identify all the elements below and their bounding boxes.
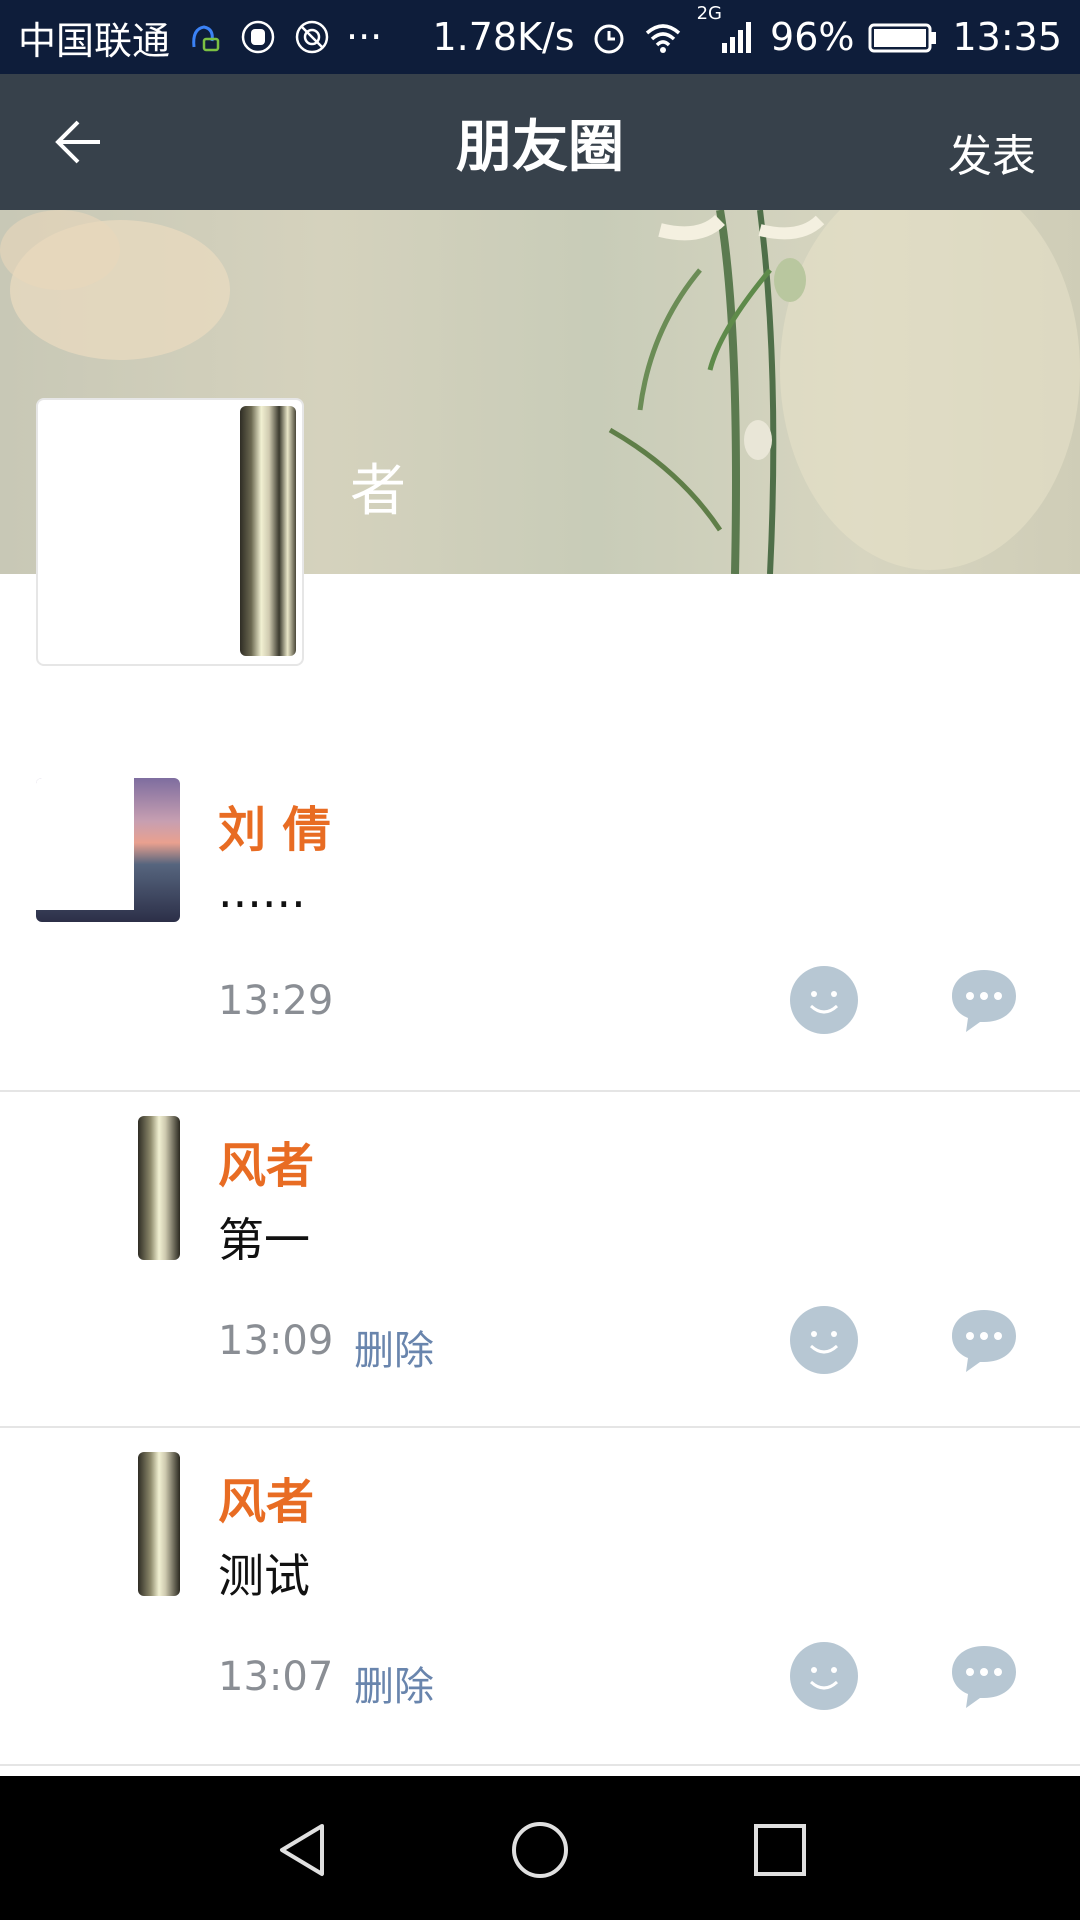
- post-divider: [0, 1764, 1080, 1766]
- publish-button[interactable]: 发表: [948, 120, 1036, 184]
- delete-link[interactable]: 删除: [354, 1318, 434, 1376]
- like-button[interactable]: [790, 966, 858, 1034]
- network-speed: 1.78K/s: [432, 15, 575, 59]
- hand-icon: [238, 17, 278, 57]
- comment-button[interactable]: [950, 1642, 1018, 1710]
- profile-name: 者: [350, 459, 406, 524]
- app-header: 朋友圈 发表: [0, 74, 1080, 210]
- back-button[interactable]: [50, 112, 110, 172]
- comment-bubble-icon: [952, 1310, 1016, 1372]
- clock: 13:35: [952, 15, 1062, 59]
- network-type: 2G: [696, 3, 723, 24]
- navigation-bar: [0, 1776, 1080, 1920]
- post-avatar[interactable]: [138, 1452, 180, 1596]
- comment-bubble-icon: [952, 970, 1016, 1032]
- post-author[interactable]: 风者: [218, 1126, 314, 1196]
- like-button[interactable]: [790, 1306, 858, 1374]
- status-bar: 中国联通 ··· 1.78K/s 2G 96% 13:35: [0, 0, 1080, 74]
- feed-post: 风者 测试 13:07 删除: [0, 1428, 1080, 1762]
- recent-apps-icon[interactable]: [748, 1818, 812, 1882]
- alarm-icon: [589, 17, 629, 57]
- back-nav-icon[interactable]: [270, 1818, 334, 1882]
- home-nav-icon[interactable]: [508, 1818, 572, 1882]
- smile-icon: [790, 1642, 858, 1710]
- post-avatar[interactable]: [138, 1116, 180, 1260]
- vpn-icon: [292, 17, 332, 57]
- comment-button[interactable]: [950, 1306, 1018, 1374]
- more-indicator: ···: [346, 15, 383, 59]
- battery-icon: [868, 17, 938, 57]
- smile-icon: [790, 1306, 858, 1374]
- notification-icon: [184, 17, 224, 57]
- comment-button[interactable]: [950, 966, 1018, 1034]
- carrier-label: 中国联通: [18, 18, 171, 63]
- post-time: 13:09: [218, 1318, 334, 1364]
- page-title: 朋友圈: [456, 114, 624, 180]
- smile-icon: [790, 966, 858, 1034]
- profile-avatar[interactable]: [36, 398, 304, 666]
- battery-percent: 96%: [770, 15, 855, 59]
- post-content: ......: [218, 864, 306, 918]
- signal-icon: [716, 17, 756, 57]
- feed-post: 刘 倩 ...... 13:29: [0, 760, 1080, 1090]
- wifi-icon: [643, 17, 683, 57]
- post-time: 13:07: [218, 1654, 334, 1700]
- like-button[interactable]: [790, 1642, 858, 1710]
- comment-bubble-icon: [952, 1646, 1016, 1708]
- post-content: 测试: [218, 1549, 310, 1603]
- feed-post: 风者 第一 13:09 删除: [0, 1092, 1080, 1426]
- post-author[interactable]: 风者: [218, 1462, 314, 1532]
- post-content: 第一: [218, 1213, 310, 1267]
- back-arrow-icon: [55, 120, 100, 164]
- post-time: 13:29: [218, 978, 334, 1024]
- delete-link[interactable]: 删除: [354, 1654, 434, 1712]
- post-author[interactable]: 刘 倩: [218, 790, 331, 860]
- post-avatar[interactable]: [36, 778, 180, 922]
